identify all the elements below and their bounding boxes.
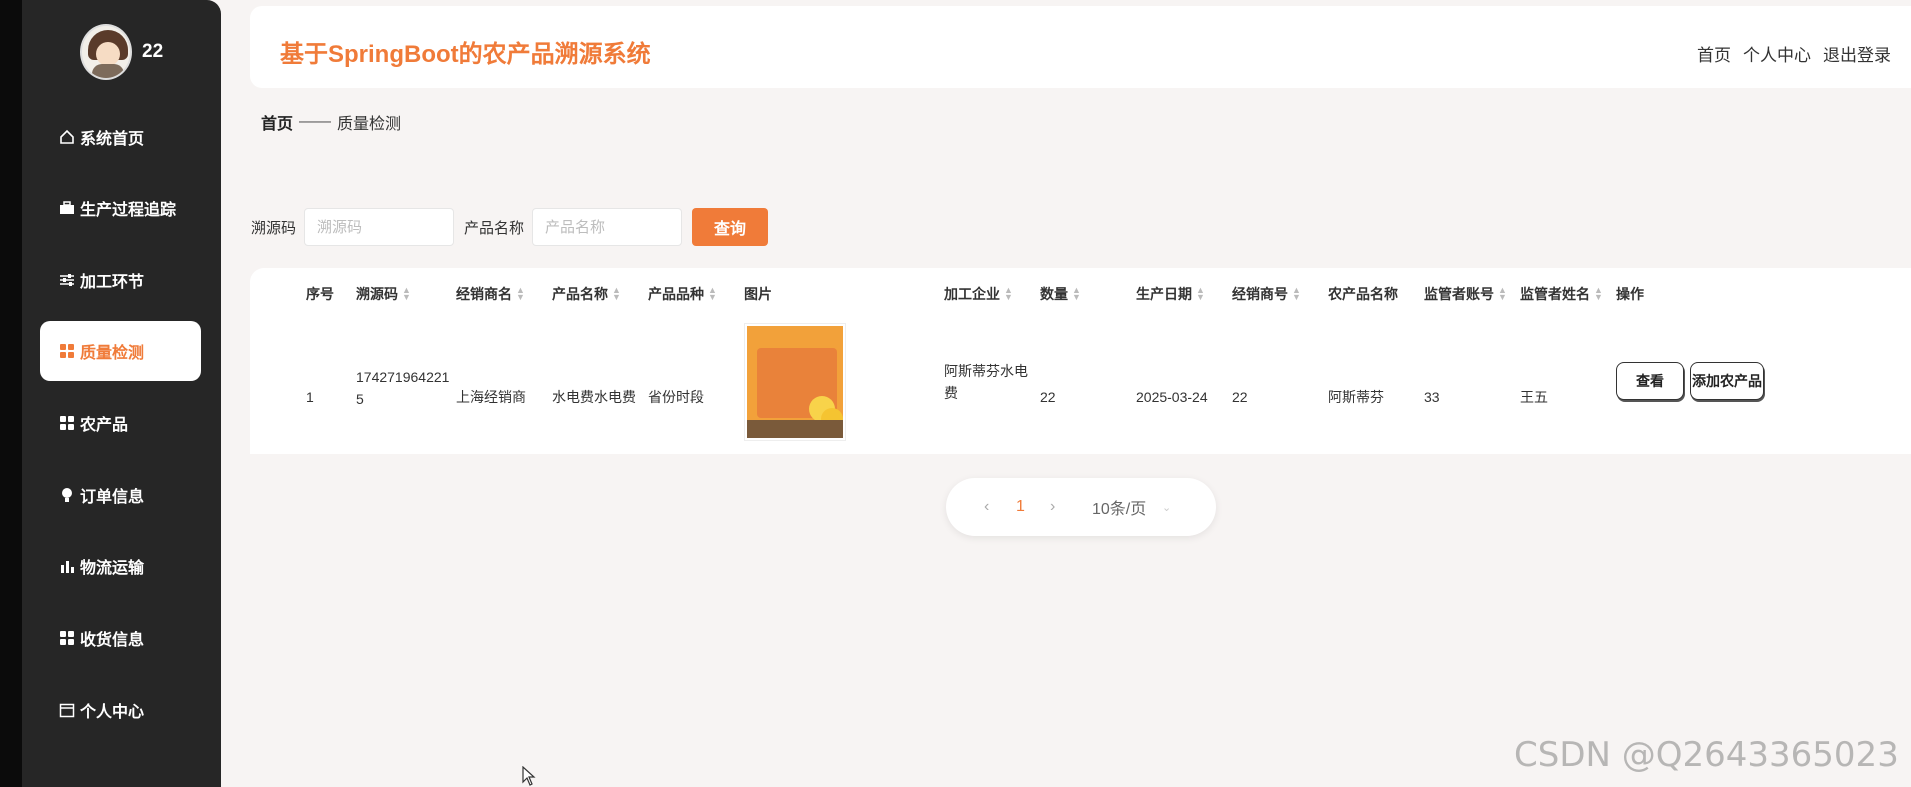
sidebar-item-quality-inspection[interactable]: 质量检测 [40,321,201,381]
cell-quantity: 22 [1040,389,1056,405]
sidebar-item-label: 个人中心 [80,704,145,721]
sidebar-item-label: 订单信息 [80,489,145,506]
left-edge-strip [0,0,22,787]
sidebar-item-orders[interactable]: 订单信息 [40,465,201,525]
sort-icon[interactable]: ▲ ▼ [1292,286,1301,302]
cell-product-name: 水电费水电费 [552,389,636,405]
grid-icon [58,629,76,647]
view-button[interactable]: 查看 [1616,362,1684,400]
page-number-1[interactable]: 1 [1016,498,1025,516]
cell-processor: 阿斯蒂芬水电 费 [944,363,1028,401]
search-button[interactable]: 查询 [692,208,769,246]
sort-icon[interactable]: ▲ ▼ [402,286,411,302]
sort-icon[interactable]: ▲ ▼ [1498,286,1507,302]
sidebar-item-receiving[interactable]: 收货信息 [40,608,201,668]
cell-dealer-name: 上海经销商 [456,389,526,405]
column-header-agri-product-name: 农产品名称 [1328,286,1398,302]
column-header-dealer-account[interactable]: 经销商号 ▲ ▼ [1232,284,1301,304]
sidebar-item-label: 质量检测 [80,345,145,362]
top-header: 基于SpringBoot的农产品溯源系统 首页 个人中心 退出登录 [250,6,1911,88]
column-header-actions: 操作 [1616,286,1644,302]
product-image[interactable] [745,324,845,440]
sidebar-item-label: 加工环节 [80,274,145,291]
bar-chart-icon [58,557,76,575]
column-header-supervisor-account[interactable]: 监管者账号 ▲ ▼ [1424,284,1507,304]
cell-trace-code: 174271964221 5 [356,369,450,407]
page-size-select[interactable]: 10条/页 [1092,495,1146,519]
column-header-supervisor-name[interactable]: 监管者姓名 ▲ ▼ [1520,284,1603,304]
column-header-production-date[interactable]: 生产日期 ▲ ▼ [1136,284,1205,304]
breadcrumb-separator: —— [299,113,332,130]
sort-icon[interactable]: ▲ ▼ [708,286,717,302]
column-header-trace-code[interactable]: 溯源码 ▲ ▼ [356,284,411,304]
watermark: CSDN @Q2643365023 [1514,735,1899,775]
cell-index: 1 [306,389,314,405]
product-name-label: 产品名称 [464,219,525,237]
sidebar-item-personal-center[interactable]: 个人中心 [40,680,201,740]
pagination: ‹ 1 › 10条/页 ⌄ [946,478,1216,536]
chevron-down-icon[interactable]: ⌄ [1162,501,1171,514]
prev-page-button[interactable]: ‹ [984,498,989,516]
sidebar-item-processing[interactable]: 加工环节 [40,250,201,310]
column-header-product-name[interactable]: 产品名称 ▲ ▼ [552,284,621,304]
breadcrumb-home[interactable]: 首页 [261,110,293,134]
user-profile[interactable]: 22 [80,24,163,80]
sidebar-item-home[interactable]: 系统首页 [40,107,201,167]
cell-product-variety: 省份时段 [648,389,704,405]
sort-icon[interactable]: ▲ ▼ [1004,286,1013,302]
sort-icon[interactable]: ▲ ▼ [1594,286,1603,302]
column-header-index: 序号 [306,286,334,302]
sliders-icon [58,271,76,289]
sidebar-item-label: 物流运输 [80,560,145,577]
sidebar-item-label: 收货信息 [80,632,145,649]
calendar-icon [58,701,76,719]
header-home-link[interactable]: 首页 [1697,41,1731,66]
cell-dealer-account: 22 [1232,389,1248,405]
avatar[interactable] [80,24,132,80]
add-agri-product-button[interactable]: 添加农产品 [1690,362,1764,400]
home-icon [58,128,76,146]
trace-code-input[interactable] [304,208,455,246]
username: 22 [142,41,164,62]
data-table: 序号 溯源码 ▲ ▼ 经销商名 ▲ ▼ 产品名称 ▲ ▼ 产品品种 ▲ ▼ 图片 加工企业 ▲ ▼ … [250,268,1911,454]
cell-supervisor-name: 王五 [1520,389,1548,405]
app-title: 基于SpringBoot的农产品溯源系统 [280,41,651,68]
cell-production-date: 2025-03-24 [1136,389,1208,405]
mouse-cursor-icon [522,765,536,787]
sidebar-item-production-tracking[interactable]: 生产过程追踪 [40,178,201,238]
search-bar: 溯源码 产品名称 查询 [251,208,769,246]
cell-supervisor-account: 33 [1424,389,1440,405]
sort-icon[interactable]: ▲ ▼ [1196,286,1205,302]
cell-agri-product-name: 阿斯蒂芬 [1328,389,1384,405]
column-header-product-variety[interactable]: 产品品种 ▲ ▼ [648,284,717,304]
sort-icon[interactable]: ▲ ▼ [612,286,621,302]
column-header-image: 图片 [744,286,772,302]
product-name-input[interactable] [532,208,683,246]
sort-icon[interactable]: ▲ ▼ [516,286,525,302]
sidebar-item-label: 系统首页 [80,131,145,148]
next-page-button[interactable]: › [1050,498,1055,516]
sort-icon[interactable]: ▲ ▼ [1072,286,1081,302]
column-header-processor[interactable]: 加工企业 ▲ ▼ [944,284,1013,304]
trace-code-label: 溯源码 [251,219,297,237]
column-header-quantity[interactable]: 数量 ▲ ▼ [1040,284,1081,304]
sidebar-item-label: 农产品 [80,417,129,434]
sidebar-item-agri-products[interactable]: 农产品 [40,393,201,453]
header-links: 首页 个人中心 退出登录 [1697,41,1891,66]
sidebar-item-label: 生产过程追踪 [80,202,177,219]
breadcrumb-current: 质量检测 [337,116,402,133]
grid-icon [58,342,76,360]
header-profile-link[interactable]: 个人中心 [1743,41,1811,66]
column-header-dealer-name[interactable]: 经销商名 ▲ ▼ [456,284,525,304]
grid-icon [58,414,76,432]
sidebar-item-logistics[interactable]: 物流运输 [40,536,201,596]
breadcrumb: 首页 —— 质量检测 [261,110,401,134]
header-logout-link[interactable]: 退出登录 [1823,41,1891,66]
bulb-icon [58,486,76,504]
briefcase-icon [58,199,76,217]
